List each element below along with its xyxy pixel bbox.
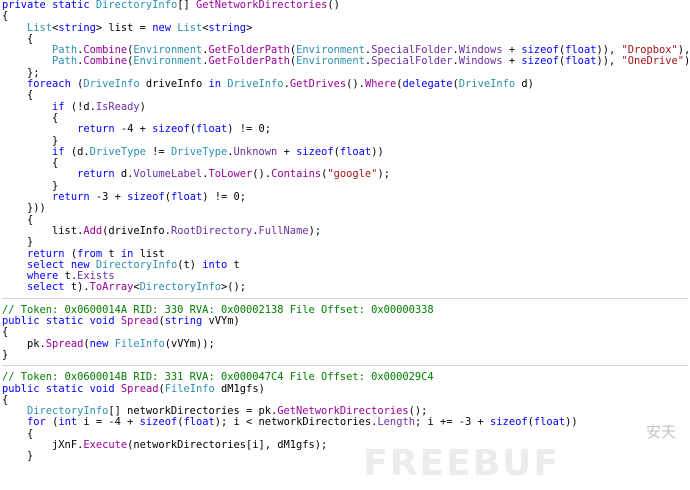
code-line: } — [2, 450, 34, 463]
code-block-get-network-directories: private static DirectoryInfo[] GetNetwor… — [2, 0, 690, 294]
code-line: Path.Combine(Environment.GetFolderPath(E… — [52, 55, 690, 68]
code-block-spread-string: // Token: 0x0600014A RID: 330 RVA: 0x000… — [2, 304, 688, 361]
code-line: private static DirectoryInfo[] GetNetwor… — [2, 0, 340, 11]
code-line: public static void Spread(FileInfo dM1gf… — [2, 382, 265, 395]
code-line: select t).ToArray<DirectoryInfo>(); — [27, 281, 247, 294]
code-block-spread-fileinfo: // Token: 0x0600014B RID: 331 RVA: 0x000… — [2, 372, 688, 463]
code-editor: private static DirectoryInfo[] GetNetwor… — [2, 0, 690, 463]
code-line: List<string> list = new List<string> — [27, 21, 253, 34]
antiy-watermark: 安天 — [645, 423, 676, 441]
code-line: jXnF.Execute(networkDirectories[i], dM1g… — [2, 438, 328, 451]
code-line: } — [2, 348, 9, 361]
code-line: return d.VolumeLabel.ToLower().Contains(… — [77, 168, 390, 181]
code-line: list.Add(driveInfo.RootDirectory.FullNam… — [2, 224, 322, 237]
code-line: if (d.DriveType != DriveType.Unknown + s… — [52, 145, 384, 158]
code-line: pk.Spread(new FileInfo(vVYm)); — [2, 337, 215, 350]
code-line: for (int i = -4 + sizeof(float); i < net… — [27, 416, 578, 429]
code-line: if (!d.IsReady) — [52, 100, 146, 113]
block-separator — [2, 365, 688, 367]
block-separator — [2, 297, 688, 299]
code-line: })) — [2, 202, 46, 215]
code-line: public static void Spread(string vVYm) — [2, 315, 240, 328]
freebuf-watermark: FREEBUF — [363, 443, 560, 484]
code-line: } — [2, 236, 34, 249]
code-line: { — [2, 10, 9, 23]
code-line: foreach (DriveInfo driveInfo in DriveInf… — [27, 78, 534, 91]
code-line: return -4 + sizeof(float) != 0; — [77, 123, 272, 136]
code-line: return -3 + sizeof(float) != 0; — [52, 191, 247, 204]
